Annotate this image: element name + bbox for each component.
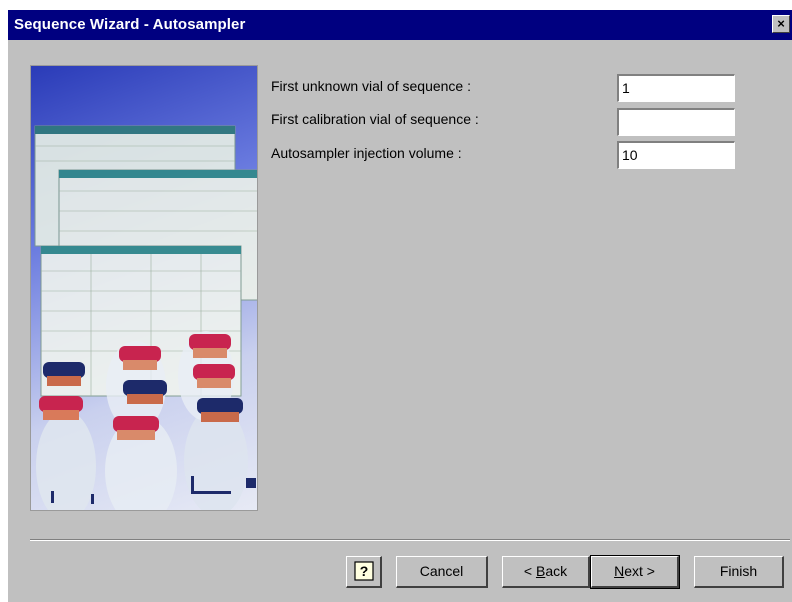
help-icon: ? <box>353 561 374 581</box>
svg-text:?: ? <box>359 563 368 579</box>
first-unknown-vial-label: First unknown vial of sequence : <box>271 78 471 94</box>
back-button[interactable]: < Back <box>502 556 590 588</box>
back-label: ack <box>545 563 568 579</box>
title-bar[interactable]: Sequence Wizard - Autosampler × <box>8 10 792 40</box>
next-accelerator: N <box>614 563 625 579</box>
close-icon: × <box>777 16 785 31</box>
injection-volume-input[interactable]: 10 <box>617 141 735 169</box>
next-label: ext > <box>624 563 655 579</box>
back-accelerator: B <box>535 563 546 579</box>
next-button[interactable]: Next > <box>590 555 680 589</box>
button-separator <box>30 539 790 541</box>
autosampler-illustration <box>30 65 258 511</box>
help-button[interactable]: ? <box>346 556 382 588</box>
close-button[interactable]: × <box>772 15 790 33</box>
back-prefix: < <box>523 563 536 579</box>
finish-button[interactable]: Finish <box>694 556 784 588</box>
vials-and-spreadsheets-image <box>34 125 257 510</box>
window-title: Sequence Wizard - Autosampler <box>14 16 246 33</box>
first-calibration-vial-label: First calibration vial of sequence : <box>271 111 479 127</box>
injection-volume-label: Autosampler injection volume : <box>271 145 462 161</box>
cancel-button[interactable]: Cancel <box>396 556 488 588</box>
first-unknown-vial-input[interactable]: 1 <box>617 74 735 102</box>
first-calibration-vial-input[interactable] <box>617 108 735 136</box>
sequence-wizard-dialog: Sequence Wizard - Autosampler × First un… <box>8 10 792 602</box>
